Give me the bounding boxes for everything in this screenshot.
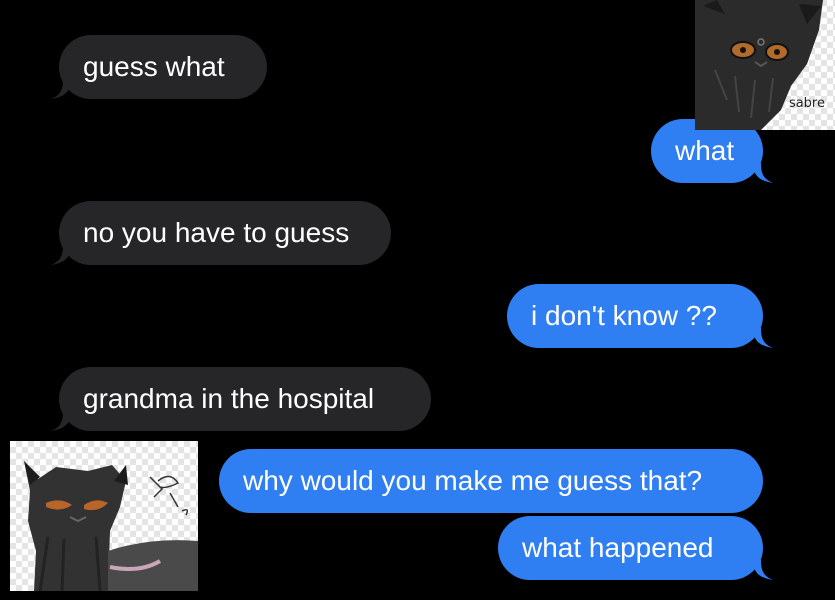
message-text: guess what — [83, 51, 225, 82]
bubble-tail-icon — [753, 560, 773, 580]
cat-sticker-bottom — [10, 441, 198, 591]
message-text: i don't know ?? — [531, 300, 717, 331]
bubble-tail-icon — [51, 245, 71, 265]
bubble-tail-icon — [753, 328, 773, 348]
cat-drawing-illustration — [24, 461, 198, 591]
message-text: why would you make me guess that? — [243, 465, 703, 496]
bubble-tail-icon — [51, 411, 71, 431]
message-text: no you have to guess — [83, 217, 350, 248]
message-bubble-sent[interactable]: i don't know ?? — [507, 284, 773, 348]
message-bubble-sent[interactable]: why would you make me guess that? — [219, 449, 763, 513]
sticker-caption: sabre — [788, 96, 825, 111]
bubble-tail-icon — [753, 163, 773, 183]
cat-sticker-top: sabre — [695, 0, 835, 130]
message-bubble-sent[interactable]: what happened — [498, 516, 773, 580]
message-bubble-received[interactable]: guess what — [51, 35, 267, 99]
message-text: grandma in the hospital — [83, 383, 375, 414]
message-bubble-received[interactable]: no you have to guess — [51, 201, 391, 265]
message-text: what happened — [522, 532, 714, 563]
message-bubble-received[interactable]: grandma in the hospital — [51, 367, 431, 431]
bubble-tail-icon — [51, 79, 71, 99]
message-text: what — [675, 135, 735, 166]
